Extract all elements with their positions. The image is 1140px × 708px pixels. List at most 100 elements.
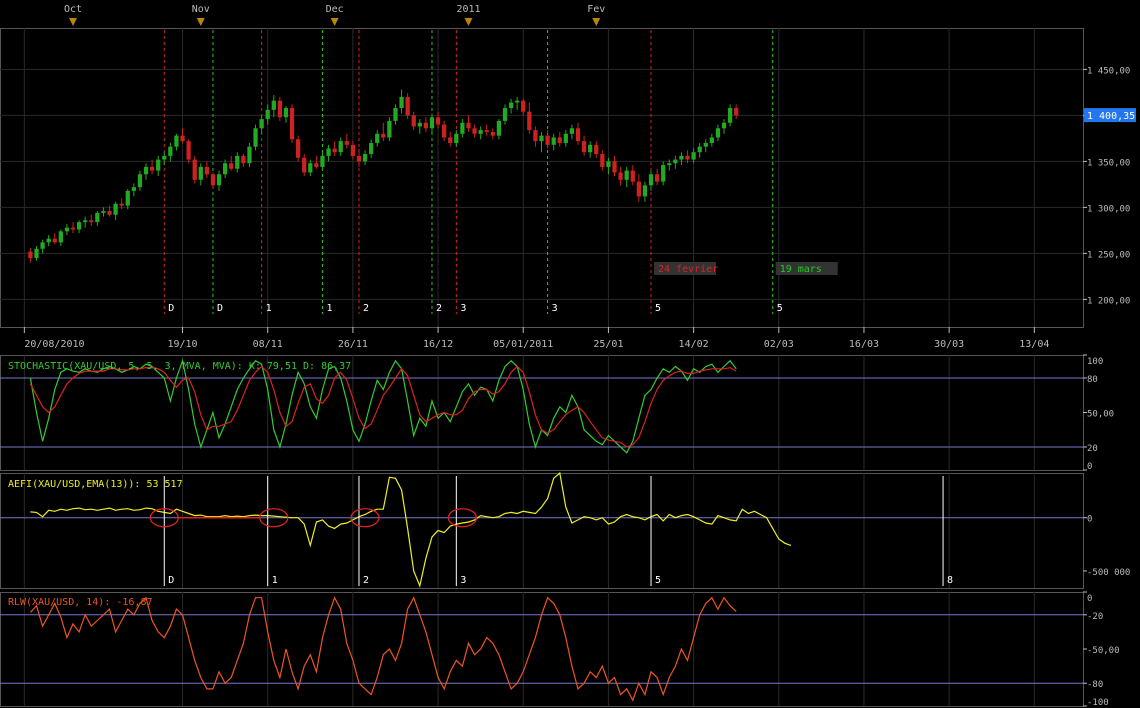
candle-body-32[interactable] bbox=[222, 163, 228, 175]
candle-body-109[interactable] bbox=[691, 152, 696, 160]
candle-body-51[interactable] bbox=[338, 141, 343, 153]
candle-body-13[interactable] bbox=[107, 211, 112, 215]
candle-body-7[interactable] bbox=[70, 227, 76, 230]
candle-body-50[interactable] bbox=[332, 148, 337, 153]
candle-body-31[interactable] bbox=[216, 174, 222, 186]
candle-body-33[interactable] bbox=[229, 163, 234, 169]
candle-body-58[interactable] bbox=[381, 133, 386, 138]
candle-body-1[interactable] bbox=[34, 248, 39, 258]
candle-body-56[interactable] bbox=[369, 143, 374, 155]
candle-body-81[interactable] bbox=[521, 100, 526, 112]
candle-body-63[interactable] bbox=[411, 115, 416, 127]
candle-body-82[interactable] bbox=[527, 111, 532, 131]
candle-body-37[interactable] bbox=[253, 128, 258, 147]
candle-body-3[interactable] bbox=[46, 238, 51, 243]
candle-body-105[interactable] bbox=[667, 163, 672, 166]
candle-body-66[interactable] bbox=[429, 117, 435, 129]
candle-body-36[interactable] bbox=[247, 146, 252, 164]
candle-body-110[interactable] bbox=[697, 146, 702, 153]
candle-body-24[interactable] bbox=[174, 135, 179, 147]
candle-body-112[interactable] bbox=[709, 137, 714, 143]
candle-body-85[interactable] bbox=[545, 135, 550, 145]
candle-body-12[interactable] bbox=[101, 211, 106, 213]
candle-body-38[interactable] bbox=[259, 119, 264, 129]
candle-body-59[interactable] bbox=[387, 120, 392, 138]
candle-body-41[interactable] bbox=[277, 100, 283, 118]
candle-body-116[interactable] bbox=[734, 108, 739, 116]
candle-body-11[interactable] bbox=[95, 212, 100, 223]
candle-body-97[interactable] bbox=[618, 172, 623, 180]
candle-body-102[interactable] bbox=[648, 174, 654, 186]
candle-body-57[interactable] bbox=[375, 133, 380, 143]
candle-body-46[interactable] bbox=[308, 163, 313, 173]
candle-body-86[interactable] bbox=[551, 137, 556, 145]
candle-body-35[interactable] bbox=[241, 155, 246, 164]
candle-body-15[interactable] bbox=[119, 203, 124, 206]
candle-body-72[interactable] bbox=[466, 122, 471, 129]
candle-body-64[interactable] bbox=[417, 122, 422, 127]
candle-body-25[interactable] bbox=[180, 135, 185, 142]
candle-body-99[interactable] bbox=[630, 170, 635, 182]
candle-body-103[interactable] bbox=[654, 174, 660, 182]
candle-body-113[interactable] bbox=[715, 128, 721, 138]
candle-body-55[interactable] bbox=[362, 154, 368, 162]
candle-body-111[interactable] bbox=[703, 143, 708, 147]
candle-body-5[interactable] bbox=[58, 231, 63, 243]
candle-body-61[interactable] bbox=[399, 97, 404, 109]
candle-body-0[interactable] bbox=[28, 251, 33, 258]
candle-body-73[interactable] bbox=[472, 128, 477, 134]
candle-body-8[interactable] bbox=[76, 222, 82, 230]
candle-body-70[interactable] bbox=[454, 133, 459, 143]
candle-body-101[interactable] bbox=[642, 185, 648, 197]
candle-body-26[interactable] bbox=[186, 141, 191, 160]
candle-body-83[interactable] bbox=[533, 130, 538, 142]
candle-body-4[interactable] bbox=[52, 238, 57, 243]
candle-body-77[interactable] bbox=[496, 120, 502, 136]
candle-body-14[interactable] bbox=[113, 203, 118, 215]
candle-body-39[interactable] bbox=[265, 109, 270, 120]
candle-body-23[interactable] bbox=[168, 146, 173, 156]
candle-body-45[interactable] bbox=[302, 157, 307, 173]
candle-body-17[interactable] bbox=[131, 187, 136, 191]
candle-body-49[interactable] bbox=[326, 148, 331, 156]
candle-body-48[interactable] bbox=[320, 155, 325, 167]
candle-body-100[interactable] bbox=[636, 181, 641, 197]
candle-body-16[interactable] bbox=[125, 190, 130, 206]
candle-body-107[interactable] bbox=[679, 155, 684, 160]
candle-body-19[interactable] bbox=[143, 166, 149, 175]
candle-body-84[interactable] bbox=[539, 135, 544, 142]
candle-body-76[interactable] bbox=[490, 131, 495, 136]
candle-body-94[interactable] bbox=[600, 154, 605, 167]
candle-body-42[interactable] bbox=[283, 108, 289, 118]
candle-body-22[interactable] bbox=[162, 155, 167, 160]
candle-body-69[interactable] bbox=[448, 137, 453, 143]
candle-body-78[interactable] bbox=[502, 108, 508, 121]
candle-body-88[interactable] bbox=[563, 133, 568, 143]
candle-body-67[interactable] bbox=[435, 117, 441, 125]
candle-body-40[interactable] bbox=[271, 100, 276, 110]
candle-body-71[interactable] bbox=[460, 122, 465, 134]
candle-body-91[interactable] bbox=[581, 141, 587, 153]
candle-body-108[interactable] bbox=[685, 155, 690, 160]
candle-body-27[interactable] bbox=[192, 159, 197, 180]
candle-body-92[interactable] bbox=[588, 144, 593, 153]
candle-body-79[interactable] bbox=[508, 102, 514, 109]
candle-body-53[interactable] bbox=[350, 144, 356, 156]
candle-body-87[interactable] bbox=[557, 137, 562, 143]
candle-body-29[interactable] bbox=[204, 166, 209, 175]
candle-body-104[interactable] bbox=[661, 165, 666, 182]
candle-body-114[interactable] bbox=[721, 122, 727, 129]
candle-body-9[interactable] bbox=[83, 220, 88, 223]
candle-body-68[interactable] bbox=[442, 124, 447, 138]
candle-body-74[interactable] bbox=[478, 130, 483, 134]
candle-body-34[interactable] bbox=[235, 155, 240, 169]
candle-body-21[interactable] bbox=[156, 159, 161, 171]
candle-body-52[interactable] bbox=[344, 141, 349, 145]
candle-body-54[interactable] bbox=[356, 155, 362, 162]
candle-body-20[interactable] bbox=[149, 166, 155, 171]
candle-body-98[interactable] bbox=[624, 170, 629, 180]
candle-body-80[interactable] bbox=[515, 100, 520, 103]
candle-body-89[interactable] bbox=[569, 128, 575, 134]
candle-body-60[interactable] bbox=[393, 108, 398, 121]
candle-body-47[interactable] bbox=[314, 163, 319, 167]
